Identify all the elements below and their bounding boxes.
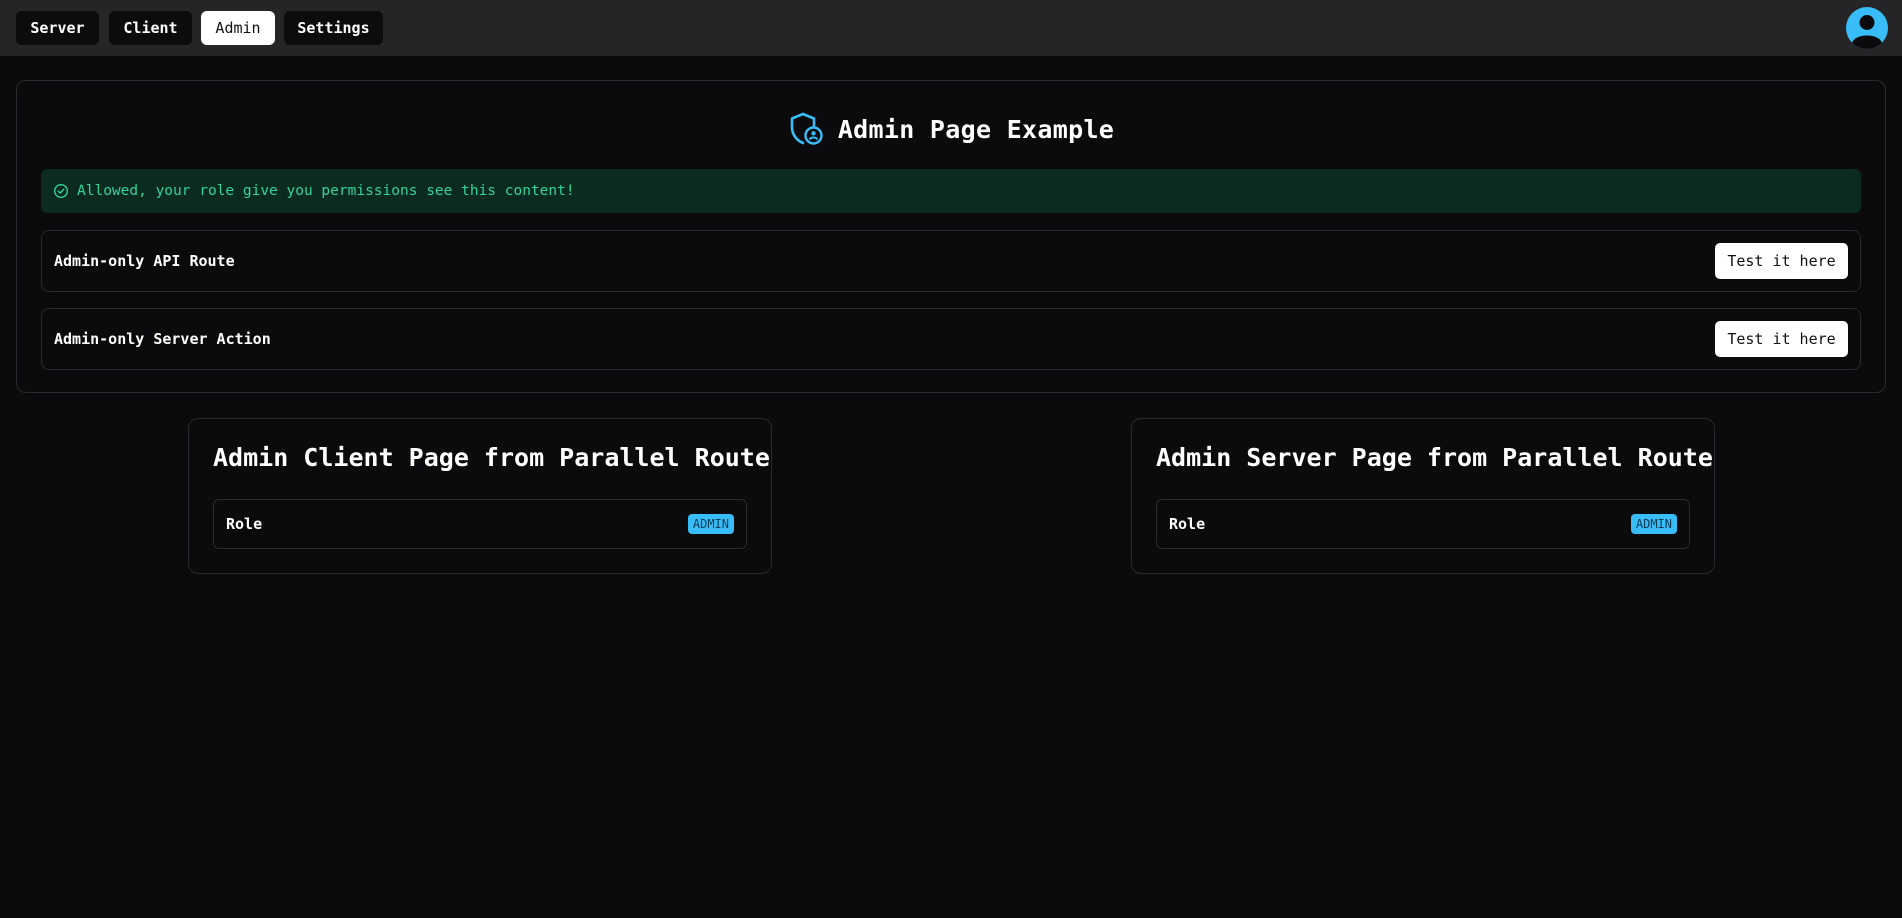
role-row: Role ADMIN xyxy=(1156,499,1690,549)
server-action-row: Admin-only Server Action Test it here xyxy=(41,308,1861,370)
test-api-route-button[interactable]: Test it here xyxy=(1715,243,1848,279)
nav-tab-client[interactable]: Client xyxy=(109,11,192,45)
shield-user-icon xyxy=(790,112,823,145)
role-row: Role ADMIN xyxy=(213,499,747,549)
admin-client-panel-title: Admin Client Page from Parallel Route xyxy=(213,443,770,472)
alert-text: Allowed, your role give you permissions … xyxy=(77,183,575,199)
page-header: Admin Page Example xyxy=(17,109,1885,149)
admin-main-card: Admin Page Example Allowed, your role gi… xyxy=(16,80,1886,393)
page-title: Admin Page Example xyxy=(837,114,1115,144)
api-route-row: Admin-only API Route Test it here xyxy=(41,230,1861,292)
permission-alert: Allowed, your role give you permissions … xyxy=(41,169,1861,213)
role-label: Role xyxy=(1169,515,1206,533)
api-route-label: Admin-only API Route xyxy=(54,252,235,270)
role-label: Role xyxy=(226,515,263,533)
admin-client-panel: Admin Client Page from Parallel Route Ro… xyxy=(188,418,772,574)
check-circle-icon xyxy=(53,183,69,199)
nav-tab-settings[interactable]: Settings xyxy=(284,11,383,45)
admin-server-panel: Admin Server Page from Parallel Route Ro… xyxy=(1131,418,1715,574)
test-server-action-button[interactable]: Test it here xyxy=(1715,321,1848,357)
nav-tab-server[interactable]: Server xyxy=(16,11,99,45)
user-avatar-icon xyxy=(1852,15,1882,49)
server-action-label: Admin-only Server Action xyxy=(54,330,271,348)
top-navigation-bar: Server Client Admin Settings xyxy=(0,0,1902,56)
role-badge: ADMIN xyxy=(687,514,734,534)
user-avatar-button[interactable] xyxy=(1846,7,1888,49)
nav-tab-admin[interactable]: Admin xyxy=(201,11,275,45)
admin-server-panel-title: Admin Server Page from Parallel Route xyxy=(1156,443,1713,472)
role-badge: ADMIN xyxy=(1630,514,1677,534)
